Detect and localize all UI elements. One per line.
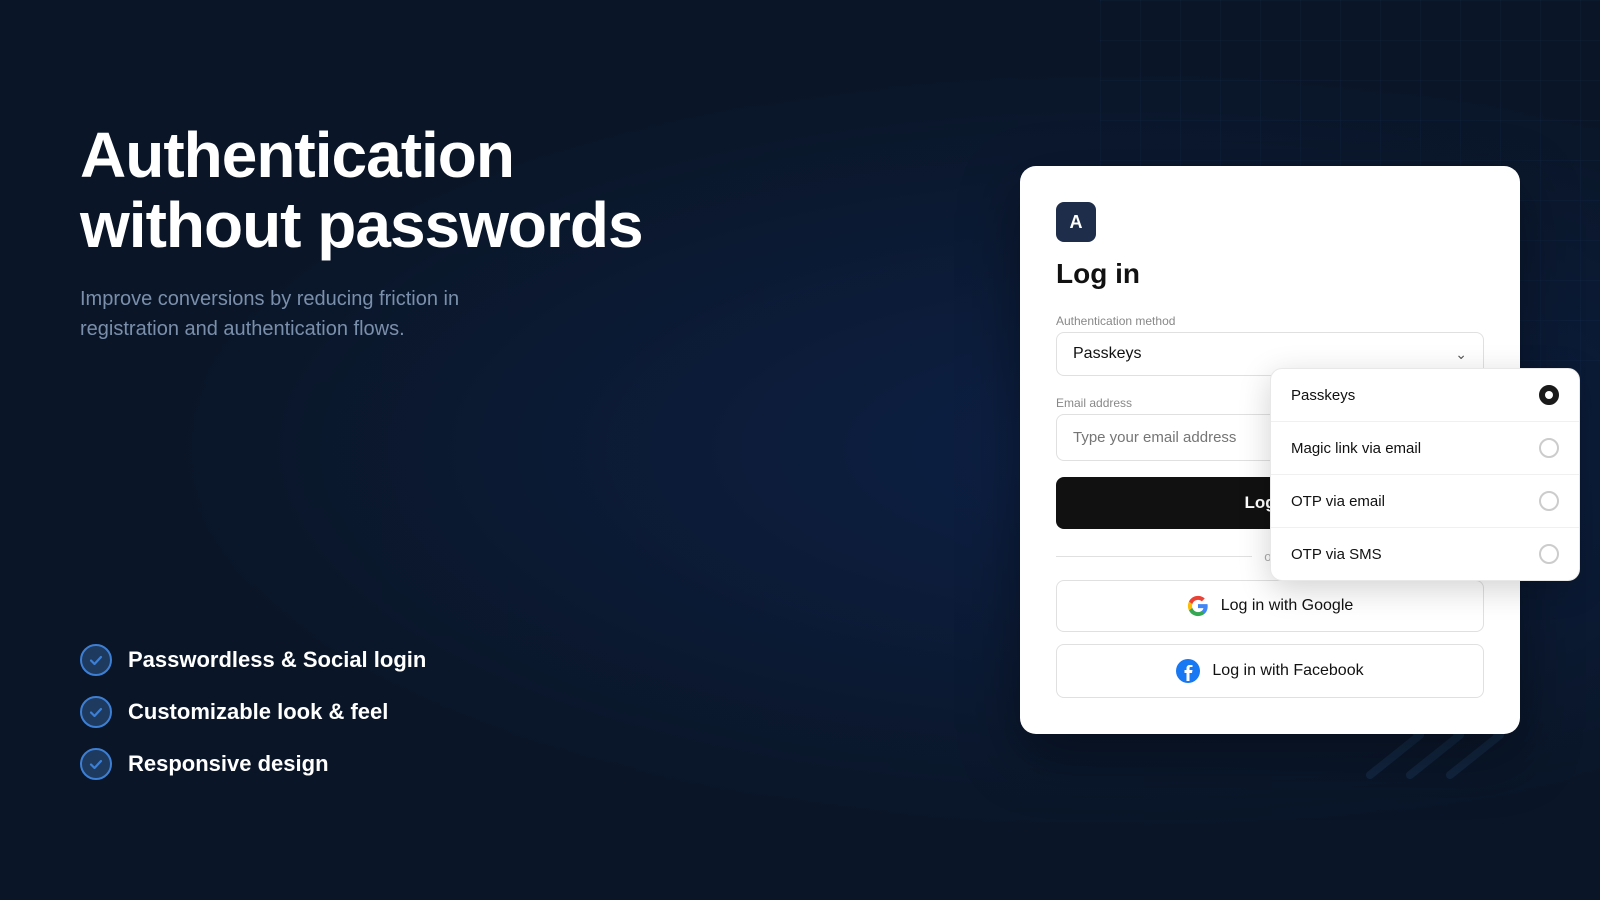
left-panel: Authentication without passwords Improve… — [80, 120, 940, 781]
feature-label-2: Customizable look & feel — [128, 699, 388, 725]
auth-dropdown-menu: Passkeys Magic link via email OTP via em… — [1270, 368, 1580, 581]
dropdown-option-passkeys[interactable]: Passkeys — [1271, 369, 1579, 422]
right-panel: A Log in Authentication method Passkeys … — [1020, 166, 1520, 734]
main-heading: Authentication without passwords — [80, 120, 940, 261]
check-icon-3 — [80, 748, 112, 780]
check-icon-1 — [80, 644, 112, 676]
auth-method-value: Passkeys — [1073, 345, 1141, 363]
chevron-down-icon: ⌄ — [1455, 346, 1467, 363]
auth-method-label: Authentication method — [1056, 314, 1484, 328]
feature-item-2: Customizable look & feel — [80, 696, 940, 728]
card-title: Log in — [1056, 258, 1484, 290]
dropdown-option-otp-email[interactable]: OTP via email — [1271, 475, 1579, 528]
dropdown-option-magic-link[interactable]: Magic link via email — [1271, 422, 1579, 475]
feature-label-3: Responsive design — [128, 751, 329, 777]
facebook-button-label: Log in with Facebook — [1212, 662, 1363, 680]
sub-heading: Improve conversions by reducing friction… — [80, 284, 560, 344]
login-card: A Log in Authentication method Passkeys … — [1020, 166, 1520, 734]
divider-line-left — [1056, 556, 1252, 557]
features-list: Passwordless & Social login Customizable… — [80, 644, 940, 780]
radio-otp-sms — [1539, 544, 1559, 564]
app-icon: A — [1056, 202, 1096, 242]
feature-item-3: Responsive design — [80, 748, 940, 780]
facebook-login-button[interactable]: Log in with Facebook — [1056, 644, 1484, 698]
radio-magic-link — [1539, 438, 1559, 458]
dropdown-option-otp-sms[interactable]: OTP via SMS — [1271, 528, 1579, 580]
google-icon — [1187, 595, 1209, 617]
feature-label-1: Passwordless & Social login — [128, 647, 426, 673]
google-button-label: Log in with Google — [1221, 597, 1354, 615]
auth-method-group: Authentication method Passkeys ⌄ Passkey… — [1056, 314, 1484, 376]
facebook-icon — [1176, 659, 1200, 683]
feature-item-1: Passwordless & Social login — [80, 644, 940, 676]
check-icon-2 — [80, 696, 112, 728]
radio-otp-email — [1539, 491, 1559, 511]
radio-passkeys — [1539, 385, 1559, 405]
google-login-button[interactable]: Log in with Google — [1056, 580, 1484, 632]
